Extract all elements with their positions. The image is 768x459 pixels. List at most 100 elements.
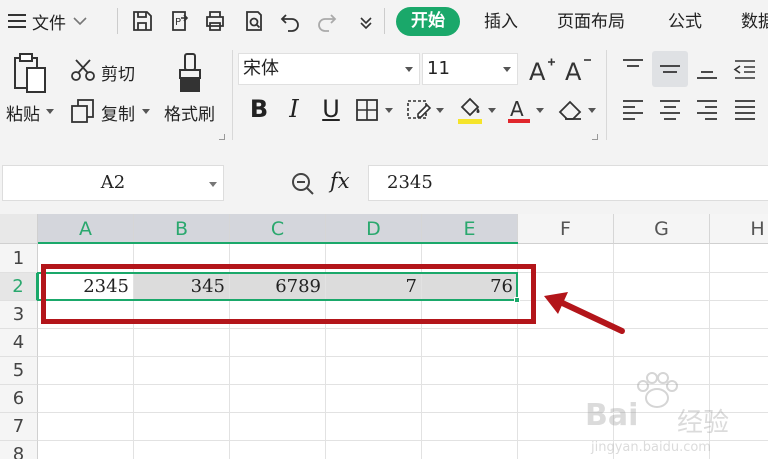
- name-box-value: A2: [100, 172, 126, 193]
- clipboard-dialog-launcher[interactable]: [219, 134, 225, 140]
- align-bottom-icon[interactable]: [694, 56, 720, 82]
- chevron-down-icon: [405, 67, 413, 72]
- underline-icon[interactable]: U: [318, 94, 344, 124]
- align-middle-icon[interactable]: [652, 51, 688, 87]
- eraser-icon[interactable]: [556, 96, 584, 124]
- clear-format-dropdown-icon[interactable]: [436, 108, 444, 113]
- align-top-icon[interactable]: [620, 56, 646, 82]
- watermark: Bai 经验 jingyan.baidu.com: [585, 372, 765, 457]
- file-menu[interactable]: 文件: [8, 8, 88, 34]
- svg-text:A: A: [510, 97, 524, 121]
- row-header-6[interactable]: 6: [0, 385, 38, 413]
- save-icon[interactable]: [128, 6, 156, 36]
- spreadsheet-grid[interactable]: A B C D E F G H 1 2 3 4 5 6 7 8 2345 345…: [0, 214, 768, 459]
- decrease-font-icon[interactable]: A: [564, 54, 592, 84]
- print-icon[interactable]: [201, 6, 229, 36]
- menu-bar: 文件 P 开始 插入 页面布局 公式 数据: [0, 0, 768, 42]
- row-header-2[interactable]: 2: [0, 273, 38, 301]
- tab-home[interactable]: 开始: [396, 7, 460, 36]
- indent-icon[interactable]: [732, 56, 758, 82]
- paste-icon[interactable]: [12, 52, 48, 94]
- paste-button[interactable]: 粘贴: [6, 100, 40, 125]
- fill-color-icon[interactable]: [456, 95, 484, 125]
- customize-icon[interactable]: [352, 6, 380, 36]
- name-box[interactable]: A2: [2, 165, 224, 201]
- align-left-icon[interactable]: [620, 97, 646, 123]
- svg-text:A: A: [565, 58, 582, 84]
- row-header-7[interactable]: 7: [0, 413, 38, 441]
- chevron-down-icon: [209, 182, 217, 187]
- font-size-value: 11: [427, 58, 450, 79]
- font-size-select[interactable]: 11: [422, 53, 518, 85]
- svg-text:A: A: [529, 58, 546, 84]
- justify-icon[interactable]: [732, 97, 758, 123]
- hamburger-icon: [8, 14, 26, 28]
- column-header-g[interactable]: G: [614, 214, 710, 244]
- paw-logo-icon: [637, 372, 678, 408]
- undo-icon[interactable]: [276, 6, 304, 36]
- row-header-5[interactable]: 5: [0, 357, 38, 385]
- zoom-icon[interactable]: [290, 171, 316, 197]
- row-header-3[interactable]: 3: [0, 301, 38, 329]
- tab-data[interactable]: 数据: [741, 8, 768, 36]
- font-dialog-launcher[interactable]: [592, 134, 598, 140]
- ribbon-separator: [232, 50, 233, 140]
- cut-button[interactable]: 剪切: [101, 60, 135, 85]
- align-center-icon[interactable]: [657, 97, 683, 123]
- print-preview-icon[interactable]: [240, 6, 268, 36]
- select-all-corner[interactable]: [0, 214, 38, 244]
- font-name-select[interactable]: 宋体: [238, 53, 420, 85]
- ribbon-separator: [606, 50, 607, 140]
- clear-format-icon[interactable]: [406, 98, 432, 122]
- column-header-c[interactable]: C: [230, 214, 326, 244]
- export-icon[interactable]: P: [165, 6, 193, 36]
- column-header-h[interactable]: H: [710, 214, 768, 244]
- watermark-url: jingyan.baidu.com: [591, 440, 711, 455]
- column-header-a[interactable]: A: [38, 214, 134, 244]
- column-header-d[interactable]: D: [326, 214, 422, 244]
- align-right-icon[interactable]: [694, 97, 720, 123]
- svg-text:P: P: [175, 17, 181, 28]
- border-dropdown-icon[interactable]: [385, 108, 393, 113]
- ribbon: 粘贴 剪切 复制 格式刷 宋体 11 A A B I U A: [0, 42, 768, 148]
- row-header-1[interactable]: 1: [0, 244, 38, 273]
- tab-insert[interactable]: 插入: [484, 8, 518, 36]
- chevron-down-icon: [503, 67, 511, 72]
- gridline: [38, 328, 768, 329]
- insert-function-button[interactable]: fx: [330, 169, 350, 193]
- formula-input[interactable]: 2345: [368, 165, 768, 201]
- increase-font-icon[interactable]: A: [528, 54, 556, 84]
- column-header-e[interactable]: E: [422, 214, 518, 244]
- font-color-dropdown-icon[interactable]: [536, 108, 544, 113]
- copy-icon[interactable]: [70, 98, 96, 124]
- watermark-brand: Bai: [585, 398, 639, 433]
- row-header-4[interactable]: 4: [0, 329, 38, 357]
- bold-icon[interactable]: B: [246, 94, 272, 124]
- border-icon[interactable]: [355, 98, 381, 122]
- annotation-arrow-icon: [544, 292, 625, 334]
- fill-color-dropdown-icon[interactable]: [488, 108, 496, 113]
- menu-separator: [117, 8, 118, 34]
- copy-dropdown-icon[interactable]: [142, 109, 150, 114]
- selected-columns-indicator: [38, 242, 518, 244]
- column-header-b[interactable]: B: [134, 214, 230, 244]
- paste-dropdown-icon[interactable]: [46, 109, 54, 114]
- eraser-dropdown-icon[interactable]: [588, 108, 596, 113]
- column-header-f[interactable]: F: [518, 214, 614, 244]
- format-painter-icon[interactable]: [174, 52, 206, 96]
- gridline: [38, 356, 768, 357]
- copy-button[interactable]: 复制: [101, 100, 135, 125]
- highlight-annotation-box: [41, 264, 536, 324]
- format-painter-button[interactable]: 格式刷: [164, 100, 215, 125]
- scissors-icon[interactable]: [70, 58, 96, 82]
- font-color-icon[interactable]: A: [506, 95, 532, 125]
- watermark-brand-cn: 经验: [677, 408, 730, 438]
- tab-page-layout[interactable]: 页面布局: [557, 8, 625, 36]
- row-header-8[interactable]: 8: [0, 441, 38, 459]
- tab-formulas[interactable]: 公式: [668, 8, 702, 36]
- italic-icon[interactable]: I: [283, 94, 305, 124]
- chevron-down-icon: [73, 17, 87, 26]
- redo-icon[interactable]: [313, 6, 341, 36]
- file-menu-label: 文件: [32, 13, 66, 34]
- menu-separator: [384, 8, 385, 34]
